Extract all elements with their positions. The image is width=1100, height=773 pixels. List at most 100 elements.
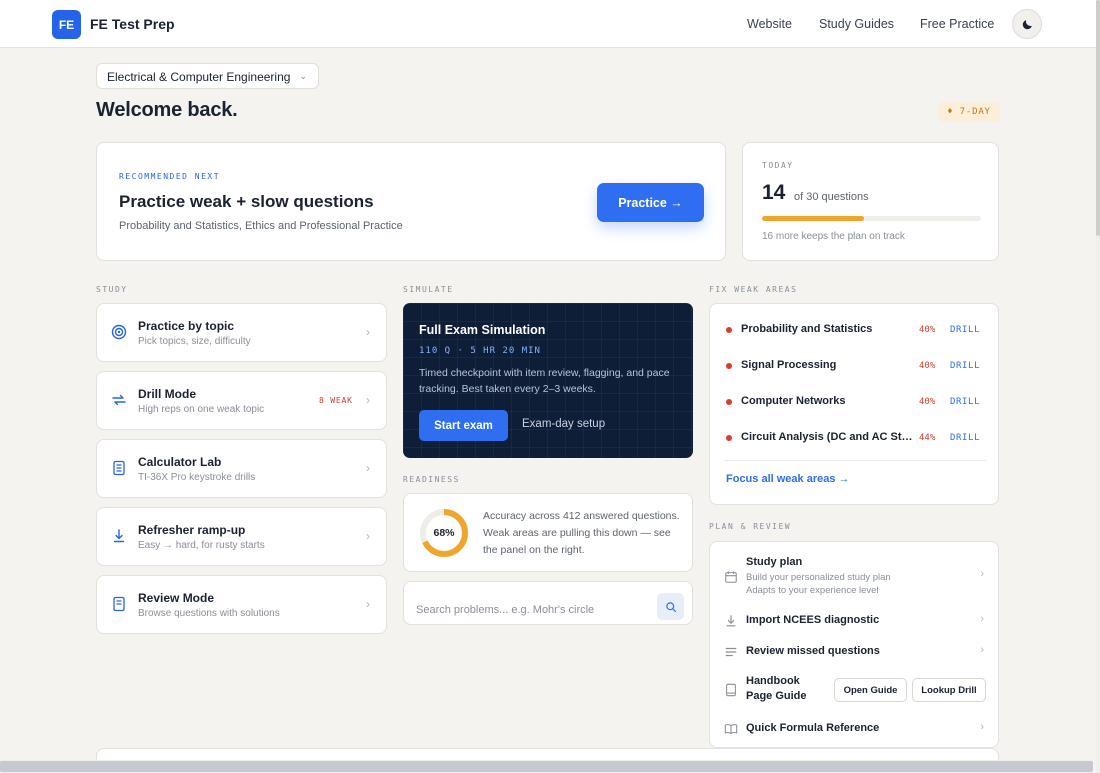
weak-area-row[interactable]: Signal Processing 40% DRILL — [726, 357, 982, 375]
focus-weak-areas-link[interactable]: Focus all weak areas → — [726, 473, 850, 485]
study-item-title: Calculator Lab — [138, 455, 222, 469]
practice-by-topic-card[interactable]: Practice by topic Pick topics, size, dif… — [96, 303, 387, 362]
simulation-meta: 110 Q · 5 HR 20 MIN — [419, 346, 541, 356]
refresher-ramp-up-card[interactable]: Refresher ramp-up Easy → hard, for rusty… — [96, 507, 387, 566]
readiness-card: 68% Accuracy across 412 answered questio… — [403, 493, 693, 572]
chevron-right-icon: › — [366, 393, 370, 407]
drill-link[interactable]: DRILL — [950, 325, 980, 335]
chevron-right-icon: › — [366, 461, 370, 475]
recommended-subtitle: Probability and Statistics, Ethics and P… — [119, 220, 403, 232]
study-plan-subtitle: Build your personalized study plan — [746, 572, 891, 583]
streak-badge: ♦ 7-DAY — [938, 102, 1000, 122]
plan-review-card: Study plan Build your personalized study… — [709, 541, 999, 748]
weak-area-row[interactable]: Circuit Analysis (DC and AC Steady State… — [726, 429, 982, 447]
calculator-lab-card[interactable]: Calculator Lab TI-36X Pro keystroke dril… — [96, 439, 387, 498]
handbook-label-line2: Page Guide — [746, 690, 807, 702]
chevron-right-icon: › — [980, 644, 984, 656]
study-item-title: Drill Mode — [138, 387, 197, 401]
welcome-heading: Welcome back. — [96, 99, 238, 121]
book-icon — [113, 596, 125, 612]
calendar-icon — [725, 571, 737, 583]
horizontal-scrollbar-thumb[interactable] — [0, 761, 1093, 772]
logo-badge[interactable]: FE — [52, 10, 81, 39]
chevron-right-icon: › — [366, 529, 370, 543]
download-icon — [726, 615, 736, 627]
list-icon — [725, 647, 737, 657]
chevron-right-icon: › — [980, 721, 984, 733]
weak-areas-card: Probability and Statistics 40% DRILL Sig… — [709, 303, 999, 505]
today-progress-fill — [762, 216, 865, 221]
handbook-guide-row: Handbook Page Guide Open Guide Lookup Dr… — [724, 675, 986, 705]
status-dot — [726, 363, 732, 369]
target-icon — [111, 324, 127, 340]
today-card: TODAY 14 of 30 questions 16 more keeps t… — [742, 142, 999, 261]
chevron-right-icon: › — [980, 613, 984, 625]
review-missed-label: Review missed questions — [746, 645, 880, 657]
drill-link[interactable]: DRILL — [950, 361, 980, 371]
recommended-eyebrow: RECOMMENDED NEXT — [119, 172, 221, 181]
nav-website-link[interactable]: Website — [747, 17, 792, 31]
simulation-title: Full Exam Simulation — [419, 323, 546, 337]
study-item-title: Review Mode — [138, 591, 215, 605]
top-navigation-bar: FE FE Test Prep Website Study Guides Fre… — [0, 0, 1096, 48]
vertical-scrollbar[interactable] — [1096, 0, 1100, 773]
weak-area-row[interactable]: Probability and Statistics 40% DRILL — [726, 321, 982, 339]
search-button[interactable] — [657, 593, 684, 620]
status-dot — [726, 399, 732, 405]
theme-toggle-button[interactable] — [1012, 9, 1042, 39]
weak-area-row[interactable]: Computer Networks 40% DRILL — [726, 393, 982, 411]
study-item-subtitle: High reps on one weak topic — [138, 404, 265, 415]
review-missed-row[interactable]: Review missed questions › — [724, 644, 986, 660]
divider — [724, 460, 986, 461]
study-item-subtitle: Pick topics, size, difficulty — [138, 336, 251, 347]
import-diagnostic-label: Import NCEES diagnostic — [746, 614, 880, 626]
weak-area-percent: 40% — [919, 397, 936, 407]
review-mode-card[interactable]: Review Mode Browse questions with soluti… — [96, 575, 387, 634]
logo-text[interactable]: FE Test Prep — [90, 16, 175, 32]
search-icon — [665, 601, 676, 612]
search-input[interactable]: Search problems... e.g. Mohr's circle — [416, 604, 594, 616]
weak-area-name: Circuit Analysis (DC and AC Steady State… — [741, 431, 913, 443]
import-diagnostic-row[interactable]: Import NCEES diagnostic › — [724, 613, 986, 629]
discipline-select[interactable]: Electrical & Computer Engineering ⌄ — [96, 63, 319, 89]
practice-button[interactable]: Practice → — [597, 183, 704, 222]
readiness-percent: 68% — [433, 527, 455, 539]
today-note: 16 more keeps the plan on track — [762, 231, 905, 242]
today-eyebrow: TODAY — [762, 161, 794, 170]
nav-study-guides-link[interactable]: Study Guides — [819, 17, 894, 31]
status-dot — [726, 435, 732, 441]
download-icon — [113, 529, 125, 543]
study-item-title: Practice by topic — [138, 319, 235, 333]
horizontal-scrollbar[interactable] — [0, 760, 1093, 773]
recommended-title: Practice weak + slow questions — [119, 192, 374, 211]
open-guide-button[interactable]: Open Guide — [834, 678, 907, 702]
weak-count-badge: 8 WEAK — [319, 396, 353, 405]
exam-day-setup-link[interactable]: Exam-day setup — [522, 418, 605, 430]
search-box[interactable]: Search problems... e.g. Mohr's circle — [403, 581, 693, 625]
drill-mode-card[interactable]: Drill Mode High reps on one weak topic 8… — [96, 371, 387, 430]
plan-review-section-label: PLAN & REVIEW — [709, 522, 792, 531]
readiness-section-label: READINESS — [403, 475, 460, 484]
simulate-section-label: SIMULATE — [403, 285, 454, 294]
study-section-label: STUDY — [96, 285, 128, 294]
calculator-icon — [113, 460, 125, 476]
moon-icon — [1022, 19, 1032, 29]
readiness-text: Accuracy across 412 answered questions. … — [483, 510, 680, 556]
drill-link[interactable]: DRILL — [950, 397, 980, 407]
open-book-icon — [724, 724, 738, 734]
status-dot — [726, 327, 732, 333]
weak-area-name: Probability and Statistics — [741, 323, 873, 335]
study-plan-row[interactable]: Study plan Build your personalized study… — [724, 556, 986, 596]
weak-area-percent: 40% — [919, 361, 936, 371]
nav-free-practice-link[interactable]: Free Practice — [920, 17, 994, 31]
weak-area-name: Signal Processing — [741, 359, 837, 371]
start-exam-button[interactable]: Start exam — [419, 410, 508, 441]
study-item-subtitle: Easy → hard, for rusty starts — [138, 540, 265, 551]
lookup-drill-button[interactable]: Lookup Drill — [912, 678, 986, 702]
formula-reference-row[interactable]: Quick Formula Reference › — [724, 721, 986, 737]
repeat-icon — [112, 394, 126, 406]
vertical-scrollbar-thumb[interactable] — [1096, 0, 1100, 236]
study-item-subtitle: Browse questions with solutions — [138, 608, 280, 619]
drill-link[interactable]: DRILL — [950, 433, 980, 443]
study-plan-subtitle-2: Adapts to your experience level — [746, 585, 879, 596]
